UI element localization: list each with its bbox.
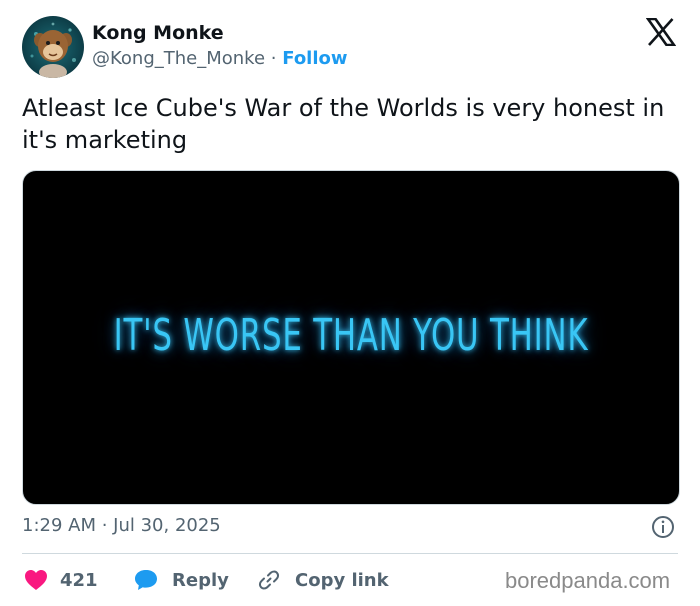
like-button[interactable]: 421	[24, 566, 98, 594]
avatar[interactable]	[22, 16, 84, 78]
reply-label: Reply	[172, 569, 229, 591]
copy-link-button[interactable]: Copy link	[257, 566, 389, 594]
link-icon	[258, 570, 280, 590]
heart-icon	[25, 570, 47, 590]
copy-link-label: Copy link	[295, 569, 389, 591]
reply-button[interactable]: Reply	[134, 566, 229, 594]
follow-button[interactable]: Follow	[282, 48, 347, 69]
separator-dot: ·	[270, 48, 277, 69]
tweet-media-image[interactable]: IT'S WORSE THAN YOU THINK	[22, 170, 680, 505]
tweet-timestamp[interactable]: 1:29 AM · Jul 30, 2025	[22, 515, 221, 536]
divider	[22, 553, 678, 554]
media-caption-text: IT'S WORSE THAN YOU THINK	[113, 310, 589, 361]
info-icon[interactable]	[651, 515, 675, 539]
reply-bubble-icon	[135, 570, 157, 590]
tweet-card: Kong Monke @Kong_The_Monke · Follow Atle…	[0, 0, 700, 606]
author-handle[interactable]: @Kong_The_Monke	[92, 48, 265, 69]
watermark: boredpanda.com	[505, 568, 671, 593]
like-count: 421	[60, 569, 98, 591]
tweet-text: Atleast Ice Cube's War of the Worlds is …	[22, 94, 665, 154]
author-handle-row: @Kong_The_Monke · Follow	[92, 48, 348, 69]
x-logo-icon[interactable]	[646, 18, 676, 46]
author-name[interactable]: Kong Monke	[92, 22, 224, 44]
monkey-plush-icon	[30, 22, 76, 78]
